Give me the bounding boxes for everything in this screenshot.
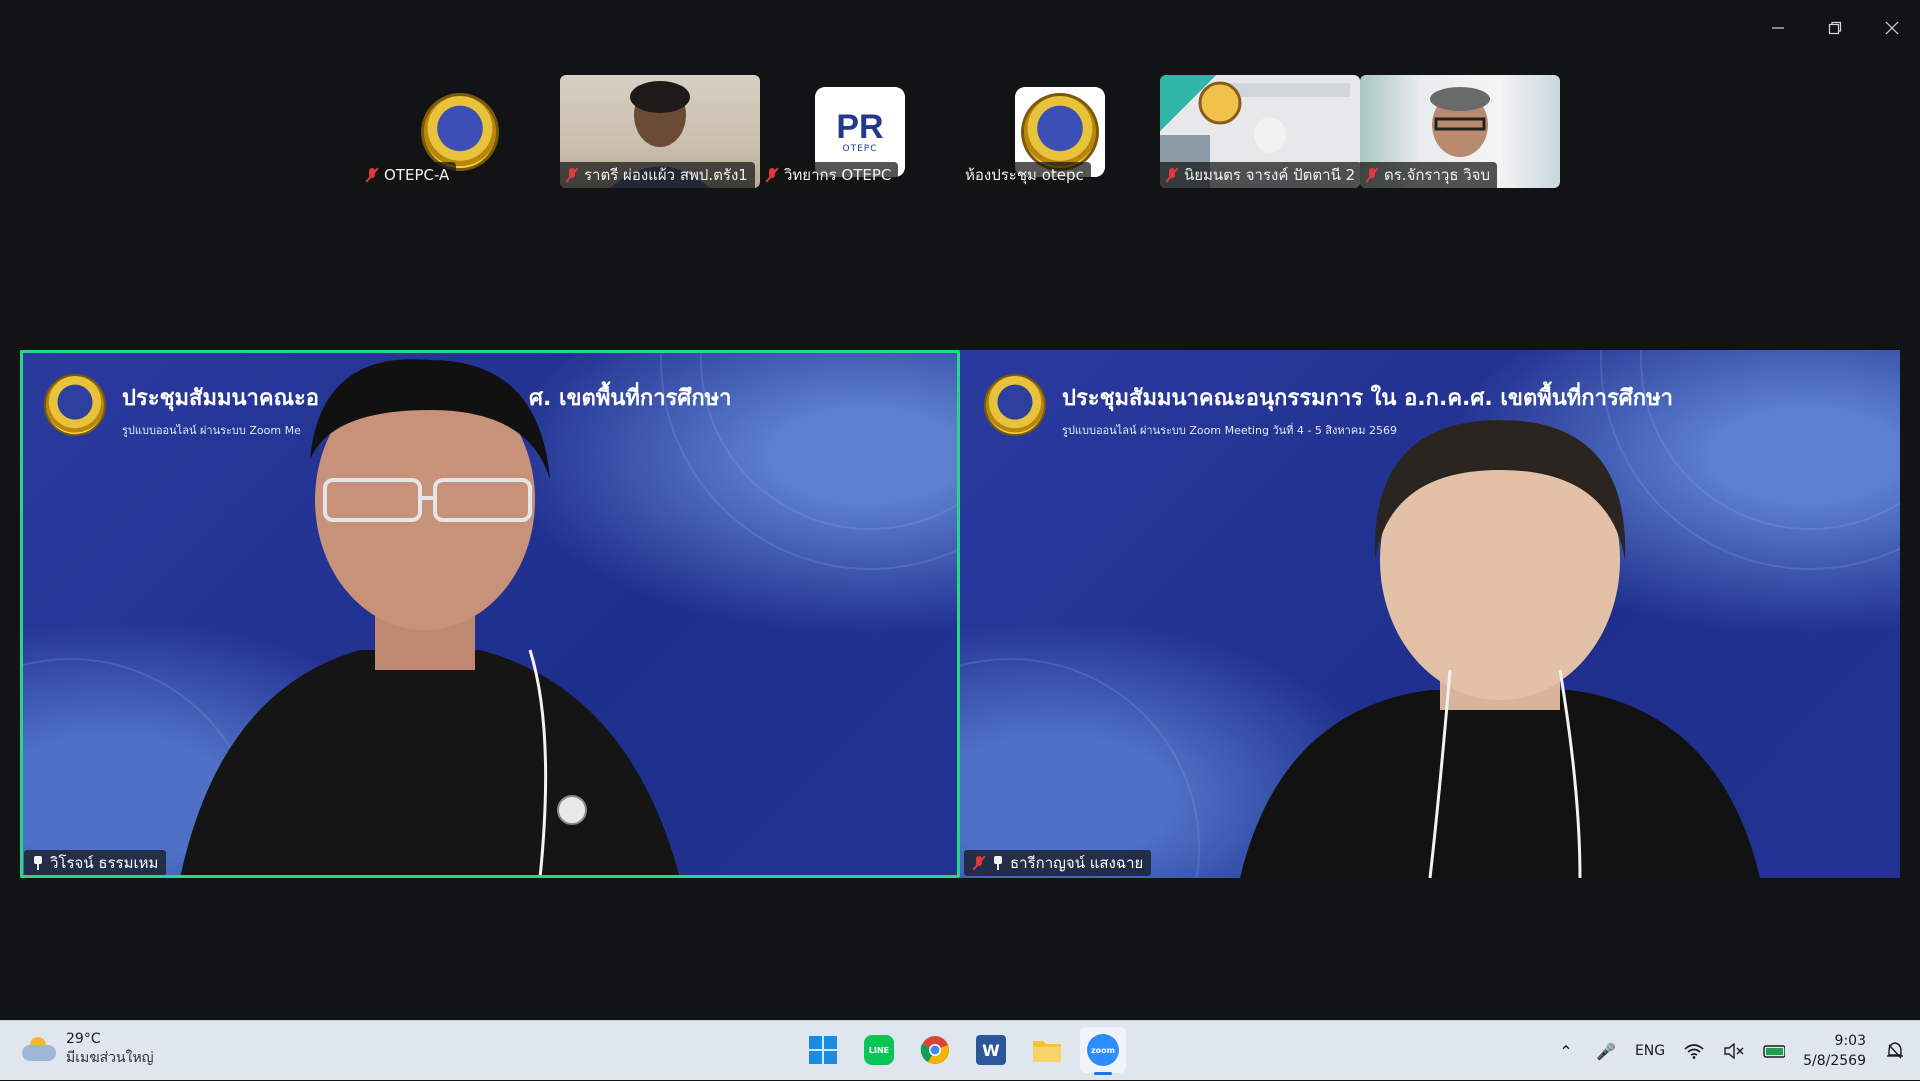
mic-muted-icon <box>765 167 779 183</box>
participant-name: ห้องประชุม otepc <box>965 166 1084 184</box>
main-video-tile[interactable]: ประชุมสัมมนาคณะอนุกรรมการ ใน อ.ก.ค.ศ. เข… <box>960 350 1900 878</box>
mic-muted-icon <box>972 855 986 871</box>
speaker-name-tag: ธารีกาญจน์ แสงฉาย <box>964 850 1152 876</box>
pin-icon <box>992 856 1004 870</box>
participant-name-tag: ราตรี ผ่องแผ้ว สพป.ตรัง1 <box>560 162 755 188</box>
mic-muted-icon <box>1165 167 1179 183</box>
chrome-app-button[interactable] <box>912 1027 958 1073</box>
restore-icon <box>1828 21 1841 35</box>
speaker-name-tag: วิโรจน์ ธรรมเหม <box>24 850 167 876</box>
system-clock[interactable]: 9:03 5/8/2569 <box>1803 1031 1866 1071</box>
participant-name-tag: ดร.จักราวุธ วิจบ <box>1360 162 1497 188</box>
battery-glyph <box>1763 1045 1786 1058</box>
zoom-icon: zoom <box>1087 1034 1119 1066</box>
pin-icon <box>32 856 44 870</box>
mic-muted-icon <box>1365 167 1379 183</box>
bell-glyph <box>1887 1042 1903 1059</box>
clock-date: 5/8/2569 <box>1803 1053 1866 1069</box>
participant-name-tag: OTEPC-A <box>360 162 457 188</box>
participant-thumbnail[interactable]: OTEPC-A <box>360 75 560 188</box>
participant-video-person-icon <box>1240 420 1760 878</box>
wifi-glyph <box>1684 1044 1704 1059</box>
close-button[interactable] <box>1863 0 1920 56</box>
minimize-icon <box>1771 27 1784 29</box>
battery-charging-icon[interactable] <box>1763 1040 1786 1062</box>
participant-thumbnail[interactable]: PR OTEPC วิทยากร OTEPC <box>760 75 960 188</box>
volume-muted-icon[interactable] <box>1723 1040 1745 1062</box>
file-explorer-button[interactable] <box>1024 1027 1070 1073</box>
line-app-button[interactable]: LINE <box>856 1027 902 1073</box>
pr-logo-text: PR <box>836 108 884 146</box>
microphone-icon[interactable]: 🎤 <box>1595 1040 1617 1062</box>
close-icon <box>1885 21 1898 35</box>
mic-muted-icon <box>565 167 579 183</box>
weather-widget[interactable]: 29°C มีเมฆส่วนใหญ่ <box>22 1031 154 1069</box>
participant-name: OTEPC-A <box>384 166 450 184</box>
weather-temperature: 29°C <box>66 1031 101 1047</box>
speaker-glyph <box>1724 1043 1744 1059</box>
word-icon: W <box>976 1035 1006 1065</box>
word-app-button[interactable]: W <box>968 1027 1014 1073</box>
window-controls <box>1749 0 1920 56</box>
participant-name: นิยมนตร จารงค์ ปัตตานี 2 <box>1184 166 1356 184</box>
participant-thumbnail[interactable]: ดร.จักราวุธ วิจบ <box>1360 75 1560 188</box>
participant-name: วิทยากร OTEPC <box>784 166 892 184</box>
input-language[interactable]: ENG <box>1635 1043 1665 1059</box>
restore-button[interactable] <box>1806 0 1863 56</box>
start-button[interactable] <box>800 1027 846 1073</box>
otepc-seal-icon <box>1021 93 1099 171</box>
otepc-seal-icon <box>421 93 499 171</box>
main-video-tile[interactable]: ประชุมสัมมนาคณะอ ศ. เขตพื้นที่การศึกษา รู… <box>20 350 960 878</box>
pr-logo-sub: OTEPC <box>842 144 878 154</box>
clock-time: 9:03 <box>1834 1033 1866 1049</box>
mic-muted-icon <box>365 167 379 183</box>
speaker-video-person-icon <box>180 359 680 878</box>
otepc-seal-icon <box>984 374 1046 436</box>
show-hidden-icons-chevron-up-icon[interactable]: ⌃ <box>1555 1040 1577 1062</box>
taskbar-apps: LINE W zoom <box>800 1027 1126 1075</box>
wifi-icon[interactable] <box>1683 1040 1705 1062</box>
speaker-name: ธารีกาญจน์ แสงฉาย <box>1010 854 1144 872</box>
otepc-seal-icon <box>44 374 106 436</box>
folder-icon <box>1033 1041 1061 1062</box>
participant-name: ดร.จักราวุธ วิจบ <box>1384 166 1490 184</box>
windows-logo-icon <box>809 1036 837 1064</box>
participant-thumbnail[interactable]: ราตรี ผ่องแผ้ว สพป.ตรัง1 <box>560 75 760 188</box>
system-tray: ⌃ 🎤 ENG 9:03 5/8/2569 <box>1555 1021 1906 1081</box>
minimize-button[interactable] <box>1749 0 1806 56</box>
notifications-bell-icon[interactable] <box>1884 1040 1906 1062</box>
zoom-app-button[interactable]: zoom <box>1080 1027 1126 1075</box>
zoom-meeting-window: OTEPC-A ราตรี ผ่องแผ้ว สพป.ตรัง1 PR OTEP… <box>0 0 1920 1020</box>
line-icon: LINE <box>864 1035 894 1065</box>
participant-name: ราตรี ผ่องแผ้ว สพป.ตรัง1 <box>584 166 748 184</box>
speaker-name: วิโรจน์ ธรรมเหม <box>50 854 159 872</box>
weather-description: มีเมฆส่วนใหญ่ <box>66 1050 154 1066</box>
participant-thumbnail[interactable]: ห้องประชุม otepc <box>960 75 1160 188</box>
participant-name-tag: ห้องประชุม otepc <box>960 162 1091 188</box>
participant-name-tag: นิยมนตร จารงค์ ปัตตานี 2 <box>1160 162 1360 188</box>
participant-name-tag: วิทยากร OTEPC <box>760 162 899 188</box>
windows-taskbar: 29°C มีเมฆส่วนใหญ่ LINE W zoom ⌃ 🎤 ENG 9… <box>0 1020 1920 1080</box>
participant-thumbnail[interactable]: นิยมนตร จารงค์ ปัตตานี 2 <box>1160 75 1360 188</box>
chrome-icon <box>920 1036 949 1064</box>
partly-cloudy-icon <box>22 1037 56 1063</box>
